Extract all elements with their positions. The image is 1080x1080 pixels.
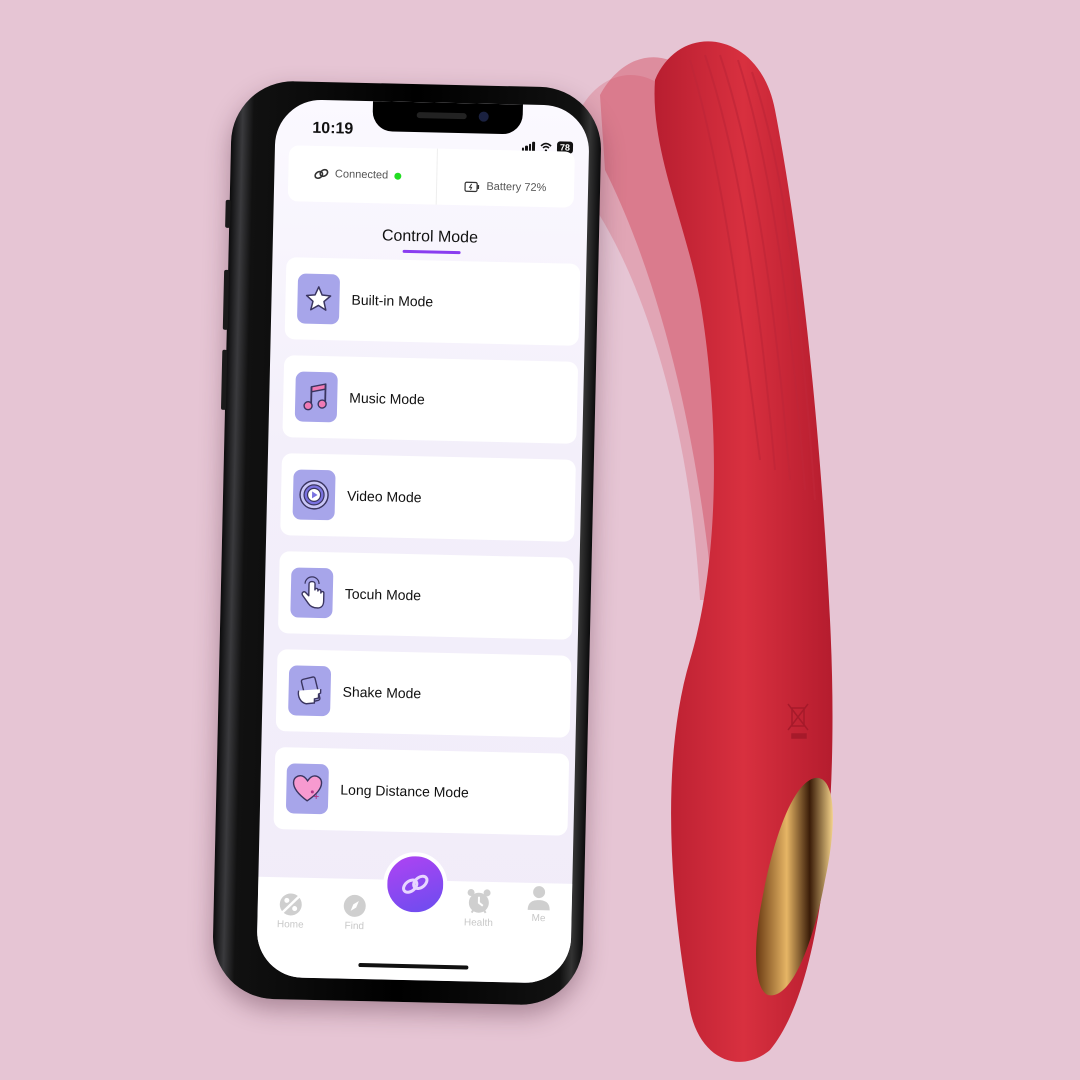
tab-health[interactable]: Health [453,887,504,929]
alarm-clock-icon [467,889,491,914]
mode-label: Video Mode [346,487,422,506]
link-icon [402,874,429,894]
mode-item-shake[interactable]: Shake Mode [275,649,572,738]
mode-label: Shake Mode [342,683,422,702]
connected-indicator [394,172,402,180]
link-icon [313,168,329,180]
product-ribs [689,54,816,501]
app-screen: 10:19 78 Connected Battery 72% Control M… [256,98,590,984]
mode-item-music[interactable]: Music Mode [282,355,579,444]
title-underline [402,249,461,255]
battery-charging-icon [464,181,480,192]
mode-item-built-in[interactable]: Built-in Mode [284,257,581,346]
mode-item-video[interactable]: Video Mode [280,453,576,542]
music-note-icon [294,371,338,423]
tab-label: Home [276,919,304,931]
tab-label: Me [531,912,546,925]
product-gold-button [756,777,833,996]
product-body [654,41,833,1062]
status-time: 10:19 [312,119,354,138]
touch-hand-icon [290,567,334,619]
mode-label: Music Mode [349,389,425,408]
home-indicator[interactable] [358,963,469,970]
page-title: Control Mode [381,227,479,247]
phone-mute-switch [225,199,231,228]
tab-home[interactable]: Home [265,891,316,931]
connection-status[interactable]: Connected [287,145,438,205]
person-icon [527,886,550,911]
tab-label: Find [344,920,365,933]
heart-icon [285,763,329,815]
shake-phone-icon [288,665,332,717]
mode-label: Tocuh Mode [344,585,422,604]
motion-ghost [600,57,762,620]
mode-item-touch[interactable]: Tocuh Mode [277,551,574,640]
front-camera [478,111,489,122]
phone-speaker [416,112,467,120]
tab-find[interactable]: Find [329,892,380,932]
recycle-bin-symbol [787,703,809,739]
connection-card: Connected Battery 72% [287,145,575,208]
bottom-tab-bar: Home Find Health Me [256,851,573,984]
planet-icon [279,893,302,916]
phone-notch [372,101,523,135]
battery-status: Battery 72% [436,149,575,208]
star-icon [296,273,341,325]
tab-label: Health [463,917,493,930]
phone-mockup: 10:19 78 Connected Battery 72% Control M… [211,79,603,1007]
compass-icon [343,894,366,917]
battery-label: Battery 72% [486,180,547,195]
mode-item-long-distance[interactable]: Long Distance Mode [273,747,570,836]
video-play-icon [292,469,336,521]
mode-label: Built-in Mode [351,291,434,310]
tab-me[interactable]: Me [513,885,564,925]
mode-label: Long Distance Mode [340,781,469,801]
connected-label: Connected [334,168,389,182]
mode-list: Built-in Mode Music Mode Video Mode Tocu… [273,257,581,852]
tab-connect-button[interactable] [382,851,448,917]
